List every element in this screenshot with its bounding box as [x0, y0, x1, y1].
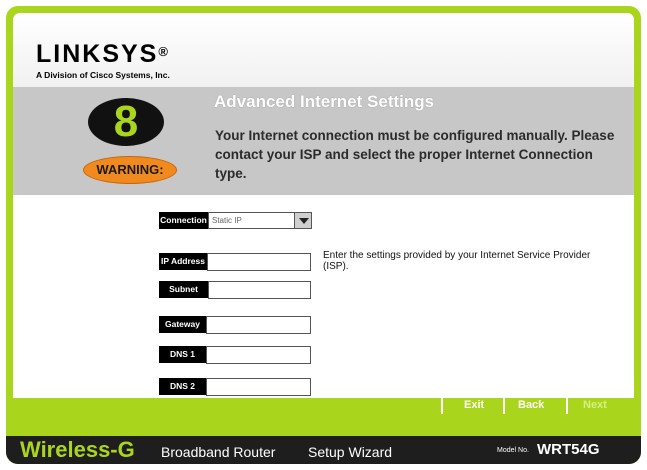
subnet-mask-label: Subnet Mask — [159, 281, 208, 311]
product-name: Wireless-G — [20, 437, 135, 462]
product-description: Broadband Router — [161, 444, 276, 460]
subnet-mask-input[interactable] — [208, 281, 311, 299]
wizard-name: Setup Wizard — [308, 444, 393, 460]
nav-separator — [566, 398, 568, 414]
next-button[interactable]: Next — [583, 399, 607, 411]
nav-separator — [503, 398, 505, 414]
model-number: WRT54G — [537, 441, 600, 458]
linksys-logo: LINKSYS® — [36, 42, 168, 67]
gateway-label: Gateway — [159, 316, 206, 333]
brand-mark: ® — [158, 44, 168, 59]
dns2-label: DNS 2 — [159, 378, 206, 395]
model-label: Model No. — [497, 447, 529, 454]
chevron-down-icon — [299, 218, 309, 224]
page-title: Advanced Internet Settings — [214, 92, 435, 111]
page-message: Your Internet connection must be configu… — [215, 128, 615, 181]
wizard-panel: LINKSYS® A Division of Cisco Systems, In… — [13, 13, 634, 398]
ip-address-label: IP Address — [159, 253, 207, 270]
gateway-input[interactable] — [206, 316, 311, 334]
help-text: Enter the settings provided by your Inte… — [323, 250, 591, 272]
step-number-badge: 8 — [88, 98, 164, 146]
ip-address-input[interactable] — [207, 253, 311, 271]
footer-bar: Wireless-G Broadband Router Setup Wizard… — [6, 436, 641, 464]
dns2-input[interactable] — [206, 378, 311, 396]
brand-subtitle: A Division of Cisco Systems, Inc. — [36, 70, 170, 80]
back-button[interactable]: Back — [518, 399, 544, 411]
dns1-input[interactable] — [206, 346, 311, 364]
connection-select-value: Static IP — [212, 216, 242, 225]
warning-badge: WARNING: — [83, 156, 177, 184]
dns1-label: DNS 1 — [159, 346, 206, 363]
brand-name: LINKSYS — [36, 40, 159, 68]
nav-separator — [441, 398, 443, 414]
connection-label: Connection — [159, 212, 208, 229]
exit-button[interactable]: Exit — [464, 399, 484, 411]
connection-select[interactable]: Static IP — [208, 212, 298, 229]
wizard-frame: LINKSYS® A Division of Cisco Systems, In… — [6, 6, 641, 464]
connection-dropdown-button[interactable] — [294, 212, 312, 229]
